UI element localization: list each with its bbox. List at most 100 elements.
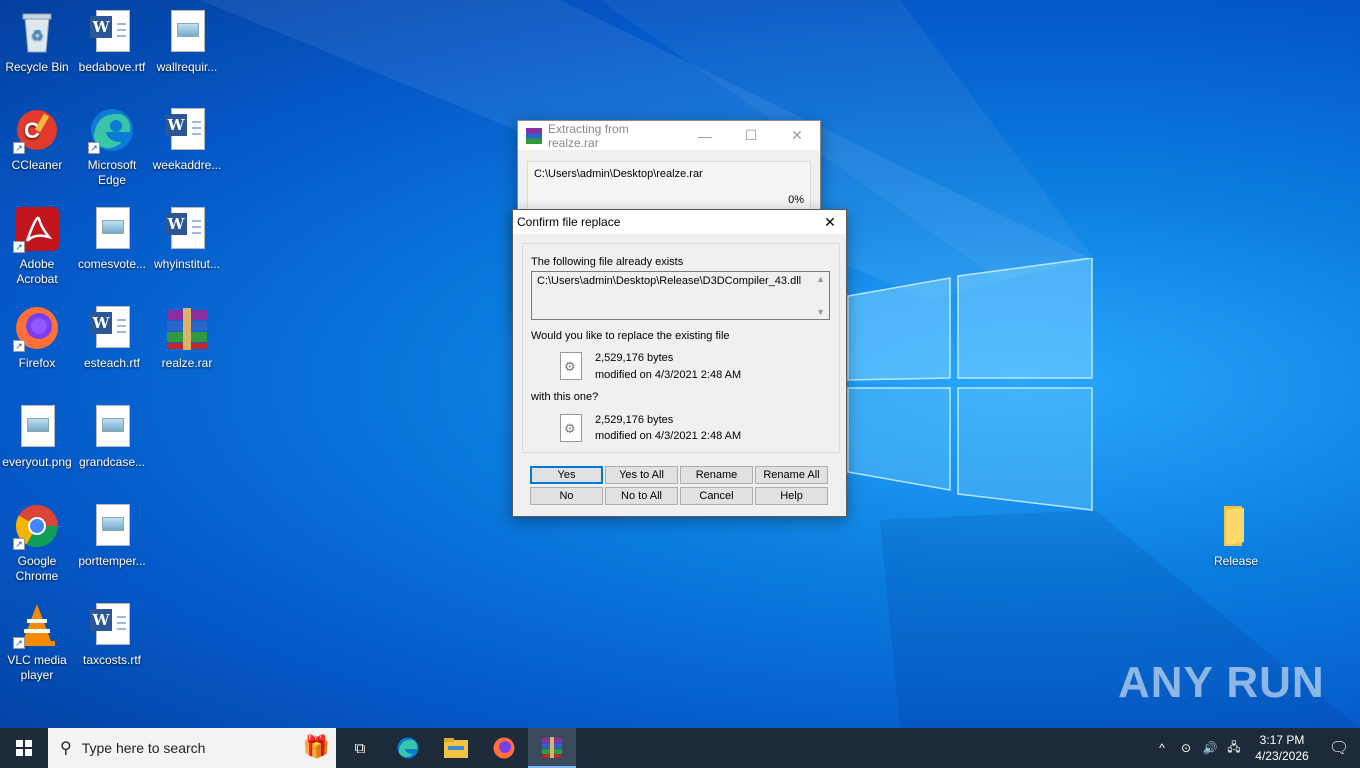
taskbar-search-box[interactable]: ⚲ Type here to search 🎁: [48, 728, 336, 768]
desktop-icon-adobe-acrobat[interactable]: ↗ Adobe Acrobat: [0, 205, 74, 287]
clock[interactable]: 3:17 PM 4/23/2026: [1246, 732, 1318, 764]
shortcut-arrow-icon: ↗: [13, 142, 25, 154]
desktop-icon-weekaddre[interactable]: W weekaddre...: [150, 106, 224, 173]
taskbar-file-explorer[interactable]: [432, 728, 480, 768]
desktop-icon-taxcosts[interactable]: W taxcosts.rtf: [75, 601, 149, 668]
recycle-bin-icon: ♻: [13, 8, 61, 56]
existing-file-path-box[interactable]: C:\Users\admin\Desktop\Release\D3DCompil…: [531, 271, 830, 320]
network-icon[interactable]: 🖧: [1222, 738, 1246, 759]
shortcut-arrow-icon: ↗: [88, 142, 100, 154]
task-view-button[interactable]: ⧉: [336, 728, 384, 768]
search-icon: ⚲: [60, 740, 72, 757]
task-view-icon: ⧉: [354, 739, 366, 757]
desktop-icon-google-chrome[interactable]: ↗ Google Chrome: [0, 502, 74, 584]
desktop-icon-grandcase[interactable]: grandcase...: [75, 403, 149, 470]
desktop-icon-wallrequir[interactable]: wallrequir...: [150, 8, 224, 75]
new-file-size: 2,529,176 bytes: [595, 414, 674, 426]
extract-path: C:\Users\admin\Desktop\realze.rar: [534, 168, 703, 180]
with-label: with this one?: [531, 391, 599, 403]
rename-button[interactable]: Rename: [680, 466, 753, 484]
image-file-icon: [163, 8, 211, 56]
word-document-icon: W: [163, 205, 211, 253]
scroll-down-icon[interactable]: ▼: [816, 307, 825, 317]
svg-text:♻: ♻: [31, 27, 44, 43]
desktop-icon-bedabove[interactable]: W bedabove.rtf: [75, 8, 149, 75]
existing-file-size: 2,529,176 bytes: [595, 352, 674, 364]
chevron-up-icon[interactable]: ^: [1150, 741, 1174, 755]
clock-time: 3:17 PM: [1259, 733, 1305, 747]
folder-icon: [1212, 502, 1260, 550]
desktop-icon-firefox[interactable]: ↗ Firefox: [0, 304, 74, 371]
acrobat-icon: ↗: [13, 205, 61, 253]
word-document-icon: W: [163, 106, 211, 154]
meet-now-icon[interactable]: ⊙: [1174, 741, 1198, 755]
existing-file-path: C:\Users\admin\Desktop\Release\D3DCompil…: [537, 275, 802, 287]
desktop-icon-release-folder[interactable]: Release: [1199, 502, 1273, 569]
extract-progress-panel: C:\Users\admin\Desktop\realze.rar 0%: [527, 161, 811, 213]
word-document-icon: W: [88, 8, 136, 56]
confirm-replace-dialog[interactable]: Confirm file replace ✕ The following fil…: [512, 209, 847, 517]
scroll-up-icon[interactable]: ▲: [816, 274, 825, 284]
desktop-icon-ccleaner[interactable]: C ↗ CCleaner: [0, 106, 74, 173]
rename-all-button[interactable]: Rename All: [755, 466, 828, 484]
confirm-titlebar[interactable]: Confirm file replace ✕: [513, 210, 846, 234]
replace-question: Would you like to replace the existing f…: [531, 330, 730, 342]
close-button[interactable]: ✕: [814, 210, 846, 234]
desktop-icon-recycle-bin[interactable]: ♻ Recycle Bin: [0, 8, 74, 75]
confirm-content-panel: The following file already exists C:\Use…: [522, 243, 840, 453]
cancel-button[interactable]: Cancel: [680, 487, 753, 505]
shortcut-arrow-icon: ↗: [13, 340, 25, 352]
desktop-icon-realze-rar[interactable]: realze.rar: [150, 304, 224, 371]
shortcut-arrow-icon: ↗: [13, 637, 25, 649]
new-file-icon: [560, 414, 582, 442]
winrar-icon: [542, 737, 562, 758]
existing-file-modified: modified on 4/3/2021 2:48 AM: [595, 369, 742, 381]
desktop-icon-comesvote[interactable]: comesvote...: [75, 205, 149, 272]
no-to-all-button[interactable]: No to All: [605, 487, 678, 505]
volume-icon[interactable]: 🔊: [1198, 741, 1222, 755]
taskbar: ⚲ Type here to search 🎁 ⧉ ^ ⊙ 🔊 🖧 3:17 P…: [0, 728, 1360, 768]
new-file-modified: modified on 4/3/2021 2:48 AM: [595, 430, 742, 442]
ccleaner-icon: C ↗: [13, 106, 61, 154]
desktop-icon-microsoft-edge[interactable]: ↗ Microsoft Edge: [75, 106, 149, 188]
winrar-icon: [526, 127, 542, 144]
firefox-icon: [493, 737, 515, 759]
yes-to-all-button[interactable]: Yes to All: [605, 466, 678, 484]
clock-date: 4/23/2026: [1255, 749, 1309, 763]
shortcut-arrow-icon: ↗: [13, 241, 25, 253]
start-button[interactable]: [0, 728, 48, 768]
help-button[interactable]: Help: [755, 487, 828, 505]
desktop-icon-vlc[interactable]: ↗ VLC media player: [0, 601, 74, 683]
image-file-icon: [88, 205, 136, 253]
taskbar-edge[interactable]: [384, 728, 432, 768]
extract-titlebar[interactable]: Extracting from realze.rar — ☐ ✕: [518, 121, 820, 150]
notifications-icon[interactable]: 🗨: [1318, 738, 1360, 758]
no-button[interactable]: No: [530, 487, 603, 505]
extract-percent: 0%: [788, 194, 804, 206]
system-tray: ^ ⊙ 🔊 🖧 3:17 PM 4/23/2026 🗨: [1150, 728, 1360, 768]
close-button[interactable]: ✕: [774, 121, 820, 150]
file-explorer-icon: [444, 738, 468, 758]
image-file-icon: [88, 403, 136, 451]
image-file-icon: [88, 502, 136, 550]
desktop-icon-whyinstitut[interactable]: W whyinstitut...: [150, 205, 224, 272]
desktop-icon-porttemper[interactable]: porttemper...: [75, 502, 149, 569]
windows-logo-wallpaper: [847, 258, 1093, 511]
vlc-icon: ↗: [13, 601, 61, 649]
anyrun-watermark: ANY RUN: [1118, 658, 1325, 707]
taskbar-winrar[interactable]: [528, 728, 576, 768]
taskbar-firefox[interactable]: [480, 728, 528, 768]
image-file-icon: [13, 403, 61, 451]
winrar-archive-icon: [163, 304, 211, 352]
existing-file-icon: [560, 352, 582, 380]
minimize-button[interactable]: —: [682, 121, 728, 150]
maximize-button[interactable]: ☐: [728, 121, 774, 150]
search-highlight-gift-icon: 🎁: [302, 734, 330, 759]
yes-button[interactable]: Yes: [530, 466, 603, 484]
desktop-icon-everyout[interactable]: everyout.png: [0, 403, 74, 470]
firefox-icon: ↗: [13, 304, 61, 352]
shortcut-arrow-icon: ↗: [13, 538, 25, 550]
word-document-icon: W: [88, 304, 136, 352]
desktop-icon-esteach[interactable]: W esteach.rtf: [75, 304, 149, 371]
word-document-icon: W: [88, 601, 136, 649]
